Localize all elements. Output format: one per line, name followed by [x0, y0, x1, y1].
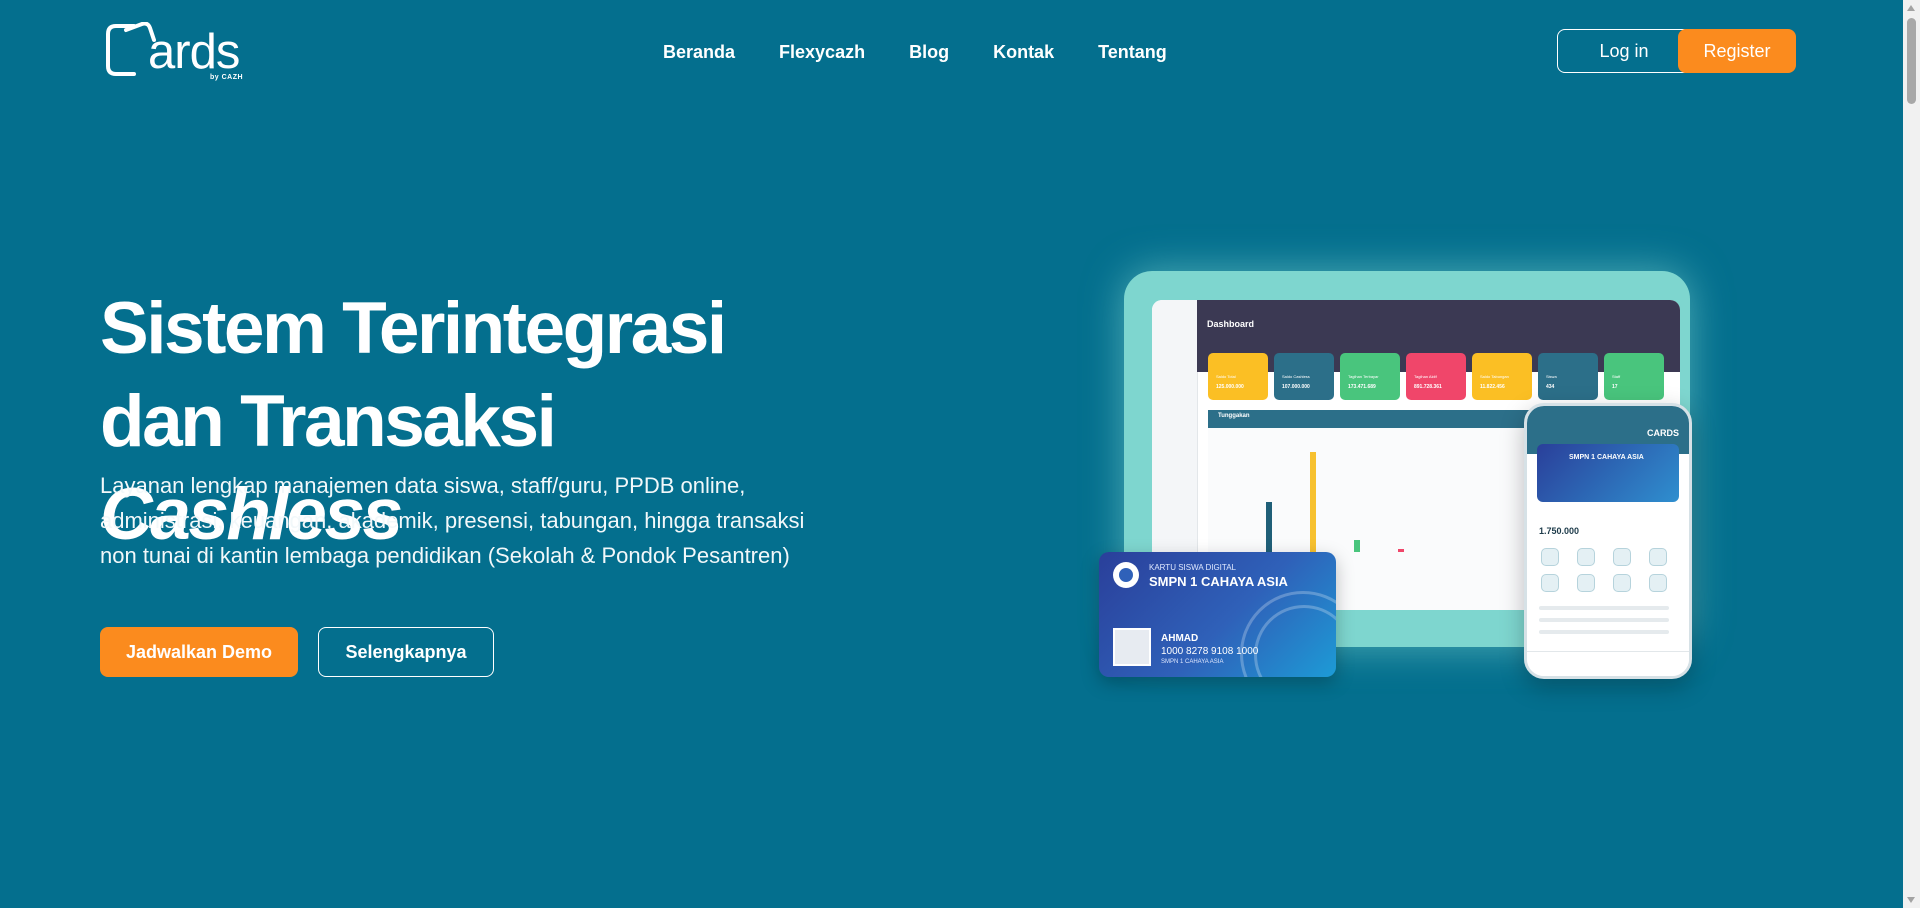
stat-card-label: Saldo Total	[1216, 374, 1236, 379]
chart-bar	[1266, 502, 1272, 552]
schedule-demo-button[interactable]: Jadwalkan Demo	[100, 627, 298, 677]
nav-blog[interactable]: Blog	[909, 42, 949, 63]
student-id-card: KARTU SISWA DIGITAL SMPN 1 CAHAYA ASIA A…	[1099, 552, 1336, 677]
phone-student-card: SMPN 1 CAHAYA ASIA	[1537, 444, 1679, 502]
chart-bar	[1398, 549, 1404, 552]
nav-flexycazh[interactable]: Flexycazh	[779, 42, 865, 63]
stat-card: Saldo Tabungan 11.822.456	[1472, 353, 1532, 400]
nav-kontak[interactable]: Kontak	[993, 42, 1054, 63]
stat-card-label: Saldo Cashless	[1282, 374, 1310, 379]
hero-title-line1: Sistem Terintegrasi	[100, 288, 727, 369]
nav-tentang[interactable]: Tentang	[1098, 42, 1167, 63]
card-student-name: AHMAD	[1161, 633, 1199, 644]
stat-card-value: 125.000.000	[1216, 384, 1244, 390]
student-photo	[1113, 628, 1151, 666]
cards-logo[interactable]: ards by CAZH	[104, 22, 248, 81]
stat-card: Saldo Total 125.000.000	[1208, 353, 1268, 400]
phone-balance: 1.750.000	[1539, 526, 1580, 536]
stat-card: Siswa 434	[1538, 353, 1598, 400]
phone-menu-icon	[1613, 574, 1631, 592]
chart-bar	[1310, 452, 1316, 552]
phone-list-row	[1539, 630, 1669, 634]
learn-more-button[interactable]: Selengkapnya	[318, 627, 494, 677]
logo-byline: by CAZH	[210, 74, 244, 81]
stat-card-value: 173.471.689	[1348, 384, 1376, 390]
stat-card: Saldo Cashless 107.000.000	[1274, 353, 1334, 400]
stat-card-value: 107.000.000	[1282, 384, 1310, 390]
page-scrollbar[interactable]	[1903, 0, 1920, 908]
stat-card: Tagihan Terbayar 173.471.689	[1340, 353, 1400, 400]
phone-brand: CARDS	[1646, 428, 1679, 438]
stat-card-label: Saldo Tabungan	[1480, 374, 1509, 379]
stat-card-label: Siswa	[1546, 374, 1557, 379]
stat-card-value: 434	[1546, 384, 1555, 390]
phone-menu-icon	[1613, 548, 1631, 566]
login-button[interactable]: Log in	[1557, 29, 1691, 73]
chart-bar	[1354, 540, 1360, 552]
card-kicker: KARTU SISWA DIGITAL	[1149, 563, 1236, 572]
phone-list-row	[1539, 618, 1669, 622]
scroll-up-icon[interactable]	[1907, 5, 1915, 11]
phone-menu-icon	[1649, 548, 1667, 566]
main-nav: Beranda Flexycazh Blog Kontak Tentang	[663, 42, 1211, 63]
card-school-small: SMPN 1 CAHAYA ASIA	[1161, 659, 1224, 665]
school-seal-icon	[1113, 562, 1139, 588]
phone-menu-icon	[1541, 548, 1559, 566]
logo-wordmark: ards	[148, 25, 240, 79]
stat-card: Tagihan Aktif 891.728.361	[1406, 353, 1466, 400]
stat-card-label: Tagihan Terbayar	[1348, 374, 1379, 379]
stat-card-value: 11.822.456	[1480, 384, 1505, 390]
hero-title-line2: dan Transaksi	[100, 381, 557, 462]
dashboard-panel-title: Tunggakan	[1218, 413, 1250, 419]
stat-card-value: 891.728.361	[1414, 384, 1442, 390]
scroll-down-icon[interactable]	[1907, 897, 1915, 903]
stat-card: Staff 17	[1604, 353, 1664, 400]
phone-menu-icon	[1577, 548, 1595, 566]
phone-menu-icon	[1577, 574, 1595, 592]
phone-bottom-nav	[1527, 651, 1689, 676]
scrollbar-thumb[interactable]	[1907, 18, 1916, 104]
dashboard-title: Dashboard	[1207, 319, 1255, 329]
phone-menu-icon	[1649, 574, 1667, 592]
stat-card-value: 17	[1612, 384, 1618, 390]
stat-card-label: Tagihan Aktif	[1414, 374, 1437, 379]
phone-menu-icon	[1541, 574, 1559, 592]
nav-beranda[interactable]: Beranda	[663, 42, 735, 63]
stat-card-label: Staff	[1612, 374, 1621, 379]
phone-card-school: SMPN 1 CAHAYA ASIA	[1569, 454, 1644, 461]
mobile-app-illustration: CARDS SMPN 1 CAHAYA ASIA 1.750.000	[1524, 403, 1692, 679]
card-school-name: SMPN 1 CAHAYA ASIA	[1149, 574, 1288, 589]
hero-description: Layanan lengkap manajemen data siswa, st…	[100, 473, 805, 568]
phone-list-row	[1539, 606, 1669, 610]
register-button[interactable]: Register	[1678, 29, 1796, 73]
